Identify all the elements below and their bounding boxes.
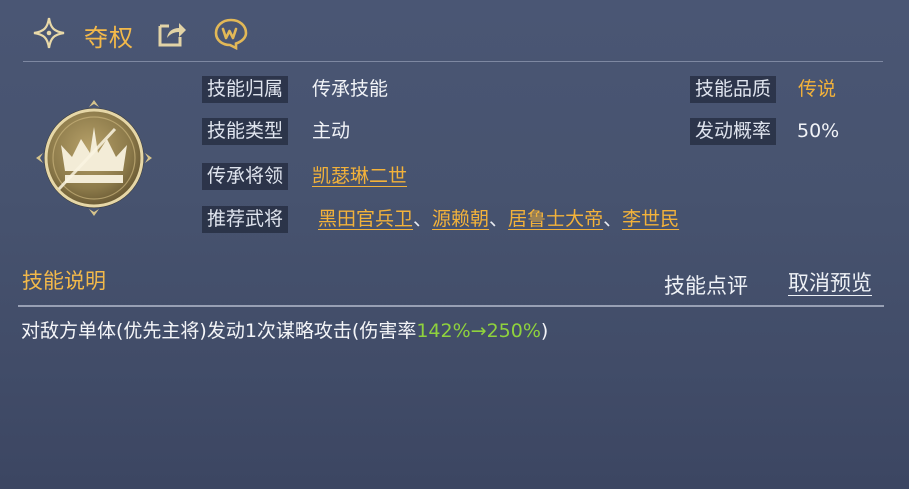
- list-separator: 、: [603, 208, 623, 230]
- inherit-general-label: 传承将领: [202, 163, 289, 190]
- skill-detail-panel: 夺权 技能归属 传承技能 技能类型 主动 传承将领 凯瑟琳二世 推荐武将 黑田官…: [0, 0, 909, 489]
- recommended-general-link[interactable]: 居鲁士大帝: [508, 208, 603, 230]
- description-text: 对敌方单体(优先主将)发动1次谋略攻击(伤害率: [21, 320, 417, 342]
- four-point-star-icon: [33, 17, 65, 49]
- chance-value: 50%: [797, 120, 840, 142]
- type-label: 技能类型: [202, 118, 289, 145]
- crown-emblem-icon: [36, 100, 152, 216]
- type-value: 主动: [312, 120, 351, 142]
- skill-description: 对敌方单体(优先主将)发动1次谋略攻击(伤害率142%→250%): [21, 316, 548, 343]
- quality-value: 传说: [798, 78, 837, 100]
- inherit-general-value: 凯瑟琳二世: [312, 163, 407, 190]
- recommended-general-link[interactable]: 源赖朝: [432, 208, 489, 230]
- chance-label: 发动概率: [690, 118, 777, 145]
- description-title: 技能说明: [22, 269, 106, 293]
- recommend-generals-list: 黑田官兵卫、源赖朝、居鲁士大帝、李世民: [318, 206, 679, 233]
- inherit-general-link[interactable]: 凯瑟琳二世: [312, 165, 407, 187]
- ownership-value: 传承技能: [312, 78, 389, 100]
- skill-review-button[interactable]: 技能点评: [664, 270, 748, 300]
- skill-name-title: 夺权: [84, 24, 134, 52]
- description-text-end: ): [540, 320, 549, 342]
- recommend-generals-label: 推荐武将: [202, 206, 289, 233]
- description-divider: [18, 305, 884, 307]
- ownership-label: 技能归属: [202, 76, 289, 103]
- share-icon[interactable]: [156, 20, 188, 48]
- list-separator: 、: [489, 208, 509, 230]
- recommended-general-link[interactable]: 黑田官兵卫: [318, 208, 413, 230]
- quality-label: 技能品质: [690, 76, 777, 103]
- chat-bubble-icon[interactable]: [214, 18, 248, 50]
- recommended-general-link[interactable]: 李世民: [622, 208, 679, 230]
- list-separator: 、: [413, 208, 433, 230]
- damage-range: 142%→250%: [416, 320, 541, 342]
- header-divider: [23, 61, 883, 62]
- cancel-preview-button[interactable]: 取消预览: [788, 267, 872, 297]
